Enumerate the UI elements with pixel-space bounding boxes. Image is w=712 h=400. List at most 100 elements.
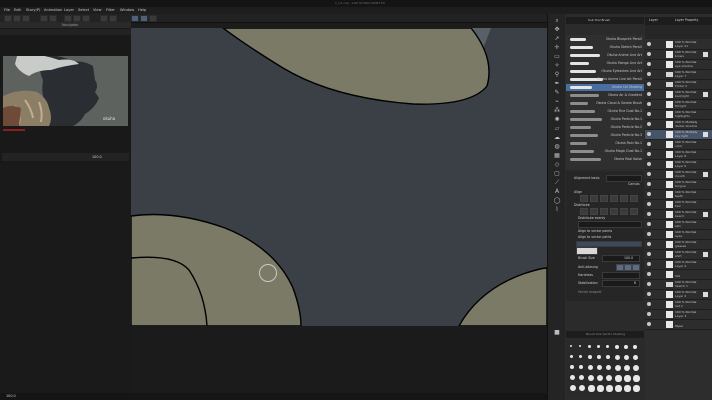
brush-size-swatch[interactable] [579, 375, 585, 381]
brush-size-swatch[interactable] [588, 385, 595, 392]
eye-icon[interactable] [647, 42, 651, 46]
brush-size-swatch[interactable] [633, 375, 640, 382]
hardness-slider[interactable] [602, 272, 640, 279]
layer-row[interactable]: 100 % Normal hair [645, 200, 712, 210]
decoration-tool-icon[interactable]: ✺ [553, 117, 561, 123]
layer-row[interactable]: 100 % Multiply darker shadow [645, 120, 712, 130]
snap-ruler-icon[interactable] [131, 15, 139, 22]
distribute-center-button[interactable] [590, 208, 598, 215]
eye-icon[interactable] [647, 72, 651, 76]
eye-icon[interactable] [647, 192, 651, 196]
brush-size-swatch[interactable] [588, 355, 592, 359]
layer-row[interactable]: 100 % Normal mouth [645, 170, 712, 180]
eye-icon[interactable] [647, 212, 651, 216]
brush-size-swatch[interactable] [579, 355, 583, 359]
align-center-button[interactable] [590, 195, 598, 202]
brush-size-swatch[interactable] [633, 365, 640, 372]
transform-icon[interactable] [82, 15, 90, 22]
brush-size-swatch[interactable] [570, 365, 574, 369]
eyedropper-icon[interactable]: ⚲ [553, 72, 561, 78]
canvas[interactable] [131, 28, 547, 326]
distribute-right-button[interactable] [600, 208, 608, 215]
brush-item[interactable]: Okuha Particle No.1 [566, 116, 644, 123]
brush-item[interactable]: Okuha Real Noise [566, 156, 644, 163]
menu-story[interactable]: Story(P) [26, 8, 40, 12]
layer-row[interactable]: 100 % Normal Folder 2 [645, 80, 712, 90]
brush-size-swatch[interactable] [624, 355, 629, 360]
layer-row[interactable]: 100 % Normal Layer 9 [645, 260, 712, 270]
brush-item[interactable]: Okuha Anime Line Art [566, 52, 644, 59]
navigator-preview[interactable]: okuha [3, 56, 128, 126]
airbrush-tool-icon[interactable]: ⁂ [553, 108, 561, 114]
layer-row[interactable]: 100 % Normal beard [645, 210, 712, 220]
brush-size-swatch[interactable] [588, 365, 593, 370]
eye-icon[interactable] [647, 272, 651, 276]
move-tool-icon[interactable]: ✥ [553, 27, 561, 33]
align-bottom-button[interactable] [630, 195, 638, 202]
align-vector-paths-checkbox[interactable]: Align to vector paths [578, 235, 611, 239]
brush-size-swatch[interactable] [597, 385, 604, 392]
menu-layer[interactable]: Layer [64, 8, 74, 12]
ruler-tool-icon[interactable]: ⟋ [553, 180, 561, 186]
navigator-zoom-value[interactable]: 100.0 [92, 155, 102, 159]
brush-size-swatch[interactable] [615, 375, 622, 382]
correct-line-icon[interactable]: ⌇ [553, 207, 561, 213]
eye-icon[interactable] [647, 142, 651, 146]
brush-size-swatch[interactable] [597, 355, 601, 359]
eye-icon[interactable] [647, 52, 651, 56]
brush-size-swatch[interactable] [570, 385, 576, 391]
eye-icon[interactable] [647, 252, 651, 256]
eye-icon[interactable] [647, 122, 651, 126]
tab-layer-property[interactable]: Layer Property [675, 18, 698, 22]
layer-row[interactable]: 100 % Normal Layer 6 [645, 160, 712, 170]
brush-size-swatch[interactable] [606, 375, 613, 382]
brush-size-slider[interactable] [602, 255, 640, 262]
layer-row[interactable]: 100 % Normal color [645, 140, 712, 150]
menu-file[interactable]: File [4, 8, 10, 12]
eye-icon[interactable] [647, 102, 651, 106]
eraser-tool-icon[interactable]: ▱ [553, 126, 561, 132]
brush-tool-icon[interactable]: ⌁ [553, 99, 561, 105]
fill-icon[interactable] [73, 15, 81, 22]
figure-tool-icon[interactable]: ◇ [553, 162, 561, 168]
eye-icon[interactable] [647, 162, 651, 166]
open-file-icon[interactable] [13, 15, 21, 22]
brush-size-swatch[interactable] [624, 365, 630, 371]
eye-icon[interactable] [647, 242, 651, 246]
brush-size-swatch[interactable] [606, 385, 613, 392]
snap-special-ruler-icon[interactable] [149, 15, 157, 22]
layer-row[interactable]: 100 % Normal brows [645, 50, 712, 60]
eye-icon[interactable] [647, 322, 651, 326]
main-color-icon[interactable]: ■ [553, 330, 561, 336]
snap-grid-icon[interactable] [140, 15, 148, 22]
brush-item[interactable]: Okuha Eyelashes Line Art [566, 68, 644, 75]
eye-icon[interactable] [647, 292, 651, 296]
gradient-tool-icon[interactable]: ▦ [553, 153, 561, 159]
brush-size-swatch[interactable] [624, 385, 631, 392]
layer-row[interactable]: 100 % Normal Layer 8 [645, 150, 712, 160]
brush-size-swatch[interactable] [570, 375, 575, 380]
brush-item[interactable]: Okuha Cel Shading [566, 84, 644, 91]
eye-icon[interactable] [647, 172, 651, 176]
layer-row[interactable]: 100 % Normal backlight [645, 90, 712, 100]
save-icon[interactable] [22, 15, 30, 22]
eye-icon[interactable] [647, 82, 651, 86]
fill-tool-icon[interactable]: ◍ [553, 144, 561, 150]
brush-size-swatch[interactable] [606, 365, 612, 371]
selection-tool-icon[interactable]: ▭ [553, 54, 561, 60]
undo-icon[interactable] [40, 15, 48, 22]
eye-icon[interactable] [647, 262, 651, 266]
brush-size-swatch[interactable] [579, 365, 584, 370]
invert-selection-icon[interactable] [109, 15, 117, 22]
menu-animation[interactable]: Animation [44, 8, 62, 12]
brush-size-swatch[interactable] [570, 345, 572, 347]
alignment-select[interactable] [606, 175, 642, 182]
brush-item[interactable]: Okuha Sketch Pencil [566, 44, 644, 51]
brush-size-swatch[interactable] [579, 345, 582, 348]
distribute-top-button[interactable] [610, 208, 618, 215]
brush-size-swatch[interactable] [624, 375, 631, 382]
brush-size-swatch[interactable] [597, 375, 603, 381]
redo-icon[interactable] [49, 15, 57, 22]
brush-size-swatch[interactable] [588, 345, 591, 348]
menu-view[interactable]: View [93, 8, 102, 12]
